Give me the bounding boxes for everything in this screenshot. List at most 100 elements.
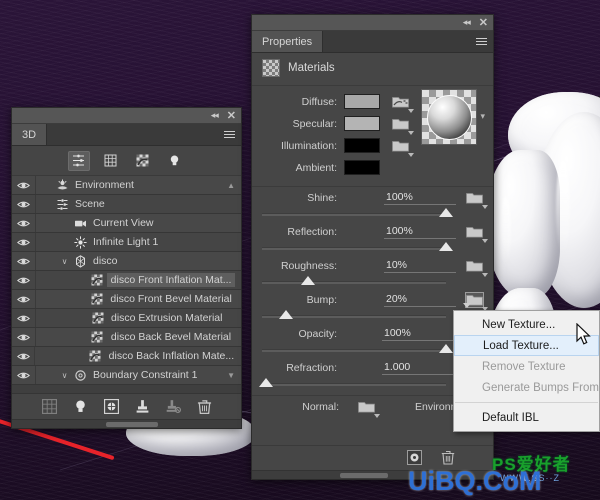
bump-value-field[interactable]: 20% (384, 293, 456, 307)
material-preview-area[interactable]: ▾ (421, 89, 485, 145)
shine-texture-folder-icon[interactable] (466, 191, 488, 209)
collapse-icon[interactable]: ◂◂ (211, 111, 219, 120)
menu-item-default-ibl[interactable]: Default IBL (454, 407, 599, 428)
scene-row-disco-front-bevel-material[interactable]: disco Front Bevel Material (12, 290, 241, 309)
scroll-caret-icon[interactable]: ▼ (227, 371, 241, 380)
ambient-color-swatch[interactable] (344, 160, 380, 175)
visibility-toggle-icon[interactable] (12, 252, 36, 270)
refraction-slider-track[interactable] (258, 377, 446, 387)
refraction-slider-knob[interactable] (258, 377, 273, 387)
mesh-filter-icon[interactable] (100, 151, 122, 171)
materials-filter-icon[interactable] (132, 151, 154, 171)
3d-panel-titlebar[interactable]: ◂◂ ✕ (12, 108, 241, 124)
specular-color-swatch[interactable] (344, 116, 380, 131)
roughness-value-field[interactable]: 10% (384, 259, 456, 273)
chevron-down-icon[interactable] (408, 130, 414, 135)
paint-falloff-button[interactable] (133, 398, 151, 416)
slider-track-row-shine[interactable] (252, 207, 483, 221)
shine-value-field[interactable]: 100% (384, 191, 456, 205)
scene-row-disco-front-inflation-mat[interactable]: disco Front Inflation Mat... (12, 271, 241, 290)
chevron-down-icon[interactable]: ∨ (58, 257, 71, 266)
reflection-value-field[interactable]: 100% (384, 225, 456, 239)
reflection-slider-knob[interactable] (439, 241, 453, 251)
slider-track-row-opacity[interactable] (252, 343, 483, 357)
visibility-toggle-icon[interactable] (12, 347, 36, 365)
tab-properties[interactable]: Properties (252, 31, 324, 52)
visibility-toggle-icon[interactable] (12, 233, 36, 251)
scene-row-disco-extrusion-material[interactable]: disco Extrusion Material (12, 309, 241, 328)
illumination-color-swatch[interactable] (344, 138, 380, 153)
visibility-toggle-icon[interactable] (12, 290, 36, 308)
opacity-slider-track[interactable] (262, 343, 453, 353)
illumination-texture-folder-icon[interactable] (392, 139, 414, 157)
refraction-value-field[interactable]: 1.000 (382, 361, 454, 375)
roughness-slider-knob[interactable] (301, 275, 315, 285)
lights-filter-icon[interactable] (164, 151, 186, 171)
menu-item-load-texture[interactable]: Load Texture... (454, 335, 599, 356)
roughness-texture-folder-icon[interactable] (466, 259, 488, 277)
chevron-down-icon[interactable] (374, 414, 380, 418)
close-icon[interactable]: ✕ (227, 110, 236, 121)
new-material-button[interactable] (405, 449, 423, 467)
scene-row-boundary-constraint-1[interactable]: ∨ Boundary Constraint 1 ▼ (12, 366, 241, 385)
close-icon[interactable]: ✕ (479, 17, 488, 28)
delete-button[interactable] (195, 398, 213, 416)
visibility-toggle-icon[interactable] (12, 366, 36, 384)
add-mesh-button[interactable] (40, 398, 58, 416)
texture-context-menu[interactable]: New Texture... Load Texture... Remove Text… (453, 310, 600, 432)
3d-panel-scrollbar[interactable] (12, 419, 241, 428)
opacity-slider-knob[interactable] (439, 343, 453, 353)
scrollbar-thumb[interactable] (340, 472, 388, 478)
normal-texture-folder-icon[interactable] (358, 400, 380, 418)
visibility-toggle-icon[interactable] (12, 309, 36, 327)
scene-row-infinite-light-1[interactable]: Infinite Light 1 (12, 233, 241, 252)
slider-track-row-refraction[interactable] (252, 377, 483, 391)
scene-filter-icon[interactable] (67, 150, 90, 171)
delete-material-button[interactable] (439, 449, 457, 467)
visibility-toggle-icon[interactable] (12, 271, 36, 289)
scene-row-environment[interactable]: Environment ▲ (12, 176, 241, 195)
chevron-down-icon[interactable] (482, 273, 488, 277)
shine-slider-track[interactable] (262, 207, 453, 217)
slider-track-row-bump[interactable] (252, 309, 483, 323)
scene-row-disco-back-inflation-mate[interactable]: disco Back Inflation Mate... (12, 347, 241, 366)
3d-scene-list[interactable]: Environment ▲ Scene Current View Infinite Li… (12, 176, 241, 393)
diffuse-texture-folder-icon[interactable] (392, 95, 414, 113)
specular-texture-folder-icon[interactable] (392, 117, 414, 135)
add-ibl-button[interactable] (102, 398, 120, 416)
chevron-down-icon[interactable] (408, 152, 414, 157)
scrollbar-thumb[interactable] (106, 421, 158, 427)
diffuse-color-swatch[interactable] (344, 94, 380, 109)
reflection-slider-track[interactable] (262, 241, 453, 251)
shine-slider-knob[interactable] (439, 207, 453, 217)
panel-menu-icon[interactable] (221, 124, 241, 145)
reflection-texture-folder-icon[interactable] (466, 225, 488, 243)
properties-titlebar[interactable]: ◂◂ ✕ (252, 15, 493, 31)
chevron-down-icon[interactable] (408, 108, 414, 113)
visibility-toggle-icon[interactable] (12, 195, 36, 213)
material-preview-swatch[interactable] (421, 89, 478, 145)
scene-row-current-view[interactable]: Current View (12, 214, 241, 233)
scene-row-disco[interactable]: ∨ disco (12, 252, 241, 271)
chevron-down-icon[interactable] (482, 205, 488, 209)
visibility-toggle-icon[interactable] (12, 328, 36, 346)
roughness-slider-track[interactable] (262, 275, 446, 285)
visibility-toggle-icon[interactable] (12, 176, 36, 194)
collapse-icon[interactable]: ◂◂ (463, 18, 471, 27)
slider-track-row-roughness[interactable] (252, 275, 483, 289)
scene-row-disco-back-bevel-material[interactable]: disco Back Bevel Material (12, 328, 241, 347)
opacity-value-field[interactable]: 100% (382, 327, 454, 341)
chevron-down-icon[interactable]: ∨ (58, 371, 71, 380)
menu-item-new-texture[interactable]: New Texture... (454, 314, 599, 335)
slider-track-row-reflection[interactable] (252, 241, 483, 255)
visibility-toggle-icon[interactable] (12, 214, 36, 232)
panel-menu-icon[interactable] (473, 31, 493, 52)
tab-3d[interactable]: 3D (12, 124, 48, 145)
scene-row-scene[interactable]: Scene (12, 195, 241, 214)
chevron-down-icon[interactable]: ▾ (480, 111, 485, 122)
bump-slider-knob[interactable] (278, 309, 293, 319)
paint-falloff-off-button[interactable] (164, 398, 182, 416)
bump-slider-track[interactable] (262, 309, 446, 319)
scroll-caret-icon[interactable]: ▲ (227, 181, 241, 190)
add-light-button[interactable] (71, 398, 89, 416)
